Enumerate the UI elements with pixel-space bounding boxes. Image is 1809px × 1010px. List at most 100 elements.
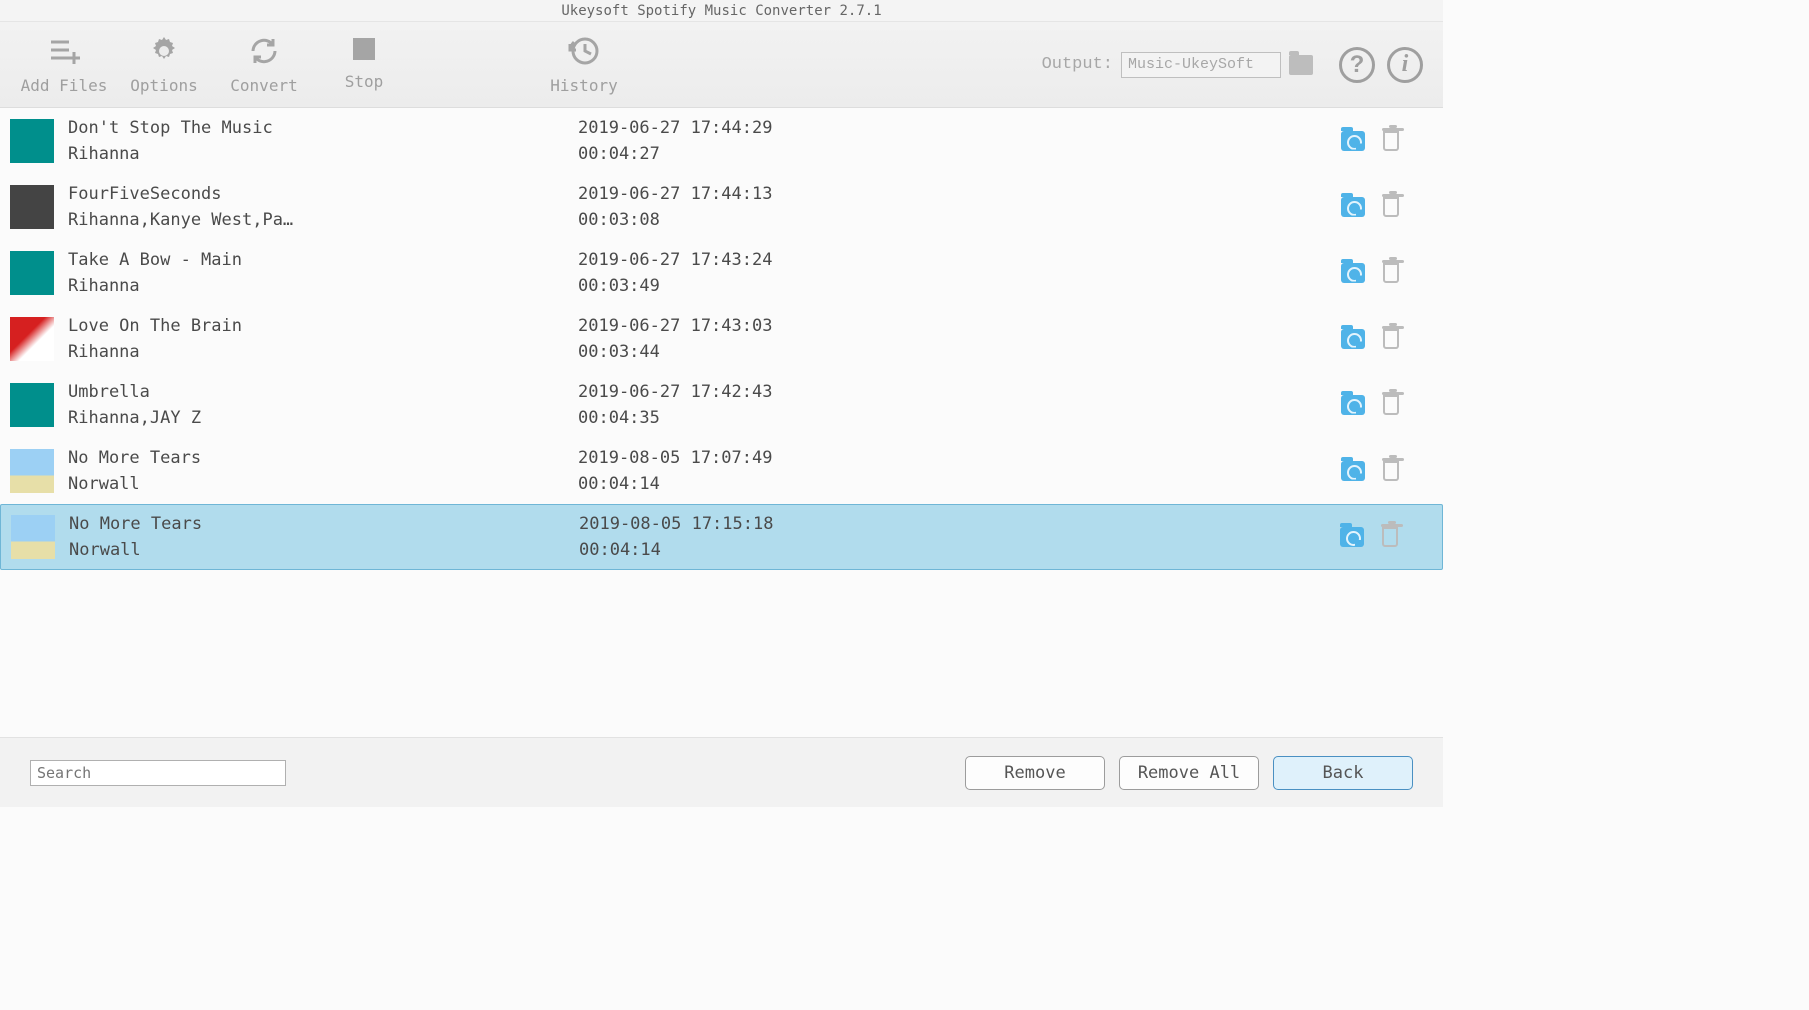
footer: Remove Remove All Back: [0, 737, 1443, 807]
track-artist: Norwall: [69, 540, 579, 560]
track-info: Love On The Brain Rihanna: [68, 316, 578, 362]
open-folder-icon[interactable]: [1341, 461, 1365, 481]
add-files-button[interactable]: Add Files: [14, 25, 114, 105]
delete-icon[interactable]: [1383, 131, 1399, 151]
track-actions: [1341, 329, 1433, 349]
album-art: [10, 383, 54, 427]
track-info: No More Tears Norwall: [69, 514, 579, 560]
track-date: 2019-06-27 17:44:13: [578, 184, 1038, 204]
convert-icon: [247, 34, 281, 68]
track-row[interactable]: No More Tears Norwall2019-08-05 17:15:18 0…: [0, 504, 1443, 570]
track-date: 2019-06-27 17:43:24: [578, 250, 1038, 270]
track-artist: Rihanna: [68, 342, 578, 362]
convert-button[interactable]: Convert: [214, 25, 314, 105]
open-folder-icon[interactable]: [1341, 197, 1365, 217]
open-folder-icon[interactable]: [1341, 131, 1365, 151]
track-info: Don't Stop The Music Rihanna: [68, 118, 578, 164]
track-title: Take A Bow - Main: [68, 250, 578, 270]
track-info: Umbrella Rihanna,JAY Z: [68, 382, 578, 428]
delete-icon[interactable]: [1383, 395, 1399, 415]
open-folder-icon[interactable]: [1341, 395, 1365, 415]
album-art: [10, 449, 54, 493]
track-info: No More Tears Norwall: [68, 448, 578, 494]
browse-output-folder-icon[interactable]: [1289, 55, 1313, 75]
delete-icon[interactable]: [1383, 461, 1399, 481]
back-button[interactable]: Back: [1273, 756, 1413, 790]
track-meta: 2019-06-27 17:42:43 00:04:35: [578, 382, 1038, 428]
track-meta: 2019-06-27 17:44:29 00:04:27: [578, 118, 1038, 164]
output-path-input[interactable]: [1121, 52, 1281, 78]
track-row[interactable]: Don't Stop The Music Rihanna2019-06-27 17…: [0, 108, 1443, 174]
add-files-icon: [47, 34, 81, 68]
track-meta: 2019-08-05 17:07:4900:04:14: [578, 448, 1038, 494]
track-info: Take A Bow - Main Rihanna: [68, 250, 578, 296]
add-files-label: Add Files: [21, 76, 108, 95]
track-date: 2019-06-27 17:42:43: [578, 382, 1038, 402]
open-folder-icon[interactable]: [1340, 527, 1364, 547]
track-title: FourFiveSeconds: [68, 184, 578, 204]
delete-icon[interactable]: [1382, 527, 1398, 547]
track-actions: [1340, 527, 1432, 547]
track-title: Umbrella: [68, 382, 578, 402]
track-artist: Rihanna: [68, 144, 578, 164]
album-art: [10, 119, 54, 163]
track-info: FourFiveSeconds Rihanna,Kanye West,Pa…: [68, 184, 578, 230]
output-label: Output:: [1042, 55, 1113, 74]
track-actions: [1341, 197, 1433, 217]
track-duration: 00:03:08: [578, 210, 1038, 230]
track-title: No More Tears: [69, 514, 579, 534]
info-icon[interactable]: i: [1387, 47, 1423, 83]
delete-icon[interactable]: [1383, 263, 1399, 283]
stop-icon: [353, 38, 375, 60]
track-actions: [1341, 461, 1433, 481]
track-duration: 00:04:35: [578, 408, 1038, 428]
track-duration: 00:03:49: [578, 276, 1038, 296]
help-icon[interactable]: ?: [1339, 47, 1375, 83]
convert-label: Convert: [230, 76, 297, 95]
toolbar: Add Files Options Convert Stop History O…: [0, 22, 1443, 108]
output-group: Output:: [1042, 52, 1313, 78]
history-label: History: [550, 76, 617, 95]
track-artist: Rihanna,Kanye West,Pa…: [68, 210, 578, 230]
track-meta: 2019-06-27 17:44:13 00:03:08: [578, 184, 1038, 230]
track-actions: [1341, 131, 1433, 151]
track-list: Don't Stop The MusicRihanna2019-06-27 17…: [0, 108, 1443, 737]
track-duration: 00:04:14: [579, 540, 1039, 560]
track-row[interactable]: No More Tears Norwall2019-08-05 17:07:490…: [0, 438, 1443, 504]
stop-label: Stop: [345, 72, 384, 91]
track-actions: [1341, 395, 1433, 415]
track-meta: 2019-06-27 17:43:24 00:03:49: [578, 250, 1038, 296]
stop-button[interactable]: Stop: [314, 25, 414, 105]
track-date: 2019-06-27 17:44:29: [578, 118, 1038, 138]
remove-button[interactable]: Remove: [965, 756, 1105, 790]
track-artist: Rihanna,JAY Z: [68, 408, 578, 428]
track-row[interactable]: Umbrella Rihanna,JAY Z2019-06-27 17:42:43…: [0, 372, 1443, 438]
track-row[interactable]: Love On The Brain Rihanna2019-06-27 17:43…: [0, 306, 1443, 372]
track-row[interactable]: FourFiveSeconds Rihanna,Kanye West,Pa…201…: [0, 174, 1443, 240]
track-title: No More Tears: [68, 448, 578, 468]
delete-icon[interactable]: [1383, 329, 1399, 349]
delete-icon[interactable]: [1383, 197, 1399, 217]
history-button[interactable]: History: [534, 25, 634, 105]
track-title: Don't Stop The Music: [68, 118, 578, 138]
window-title: Ukeysoft Spotify Music Converter 2.7.1: [0, 0, 1443, 22]
gear-icon: [147, 34, 181, 68]
track-duration: 00:03:44: [578, 342, 1038, 362]
album-art: [10, 185, 54, 229]
track-row[interactable]: Take A Bow - Main Rihanna2019-06-27 17:43…: [0, 240, 1443, 306]
open-folder-icon[interactable]: [1341, 329, 1365, 349]
track-artist: Norwall: [68, 474, 578, 494]
track-meta: 2019-06-27 17:43:0300:03:44: [578, 316, 1038, 362]
track-title: Love On The Brain: [68, 316, 578, 336]
history-icon: [567, 34, 601, 68]
track-duration: 00:04:27: [578, 144, 1038, 164]
track-actions: [1341, 263, 1433, 283]
open-folder-icon[interactable]: [1341, 263, 1365, 283]
remove-all-button[interactable]: Remove All: [1119, 756, 1259, 790]
options-button[interactable]: Options: [114, 25, 214, 105]
track-artist: Rihanna: [68, 276, 578, 296]
album-art: [11, 515, 55, 559]
track-meta: 2019-08-05 17:15:18 00:04:14: [579, 514, 1039, 560]
track-date: 2019-08-05 17:15:18: [579, 514, 1039, 534]
search-input[interactable]: [30, 760, 286, 786]
